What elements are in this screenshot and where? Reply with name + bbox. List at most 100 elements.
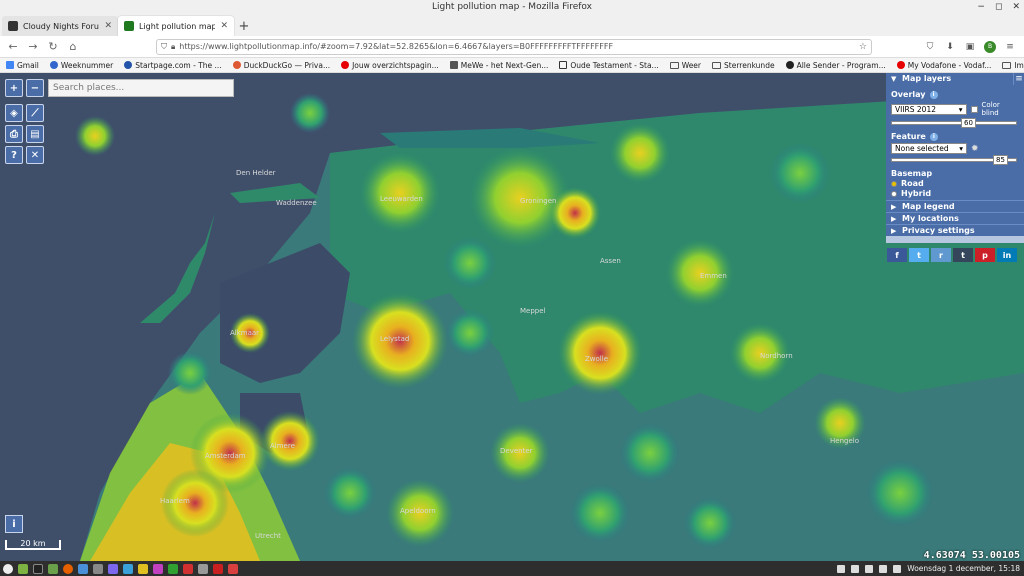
pinterest-share-button[interactable]: p	[975, 248, 995, 262]
forward-button[interactable]: →	[24, 38, 42, 56]
app-icon-5[interactable]	[153, 563, 163, 574]
app-icon-9[interactable]	[213, 563, 223, 574]
bookmark-folder-weer[interactable]: Weer	[669, 61, 701, 70]
mail-icon[interactable]	[78, 563, 88, 574]
tab-light-pollution-map[interactable]: Light pollution map ✕	[118, 16, 234, 36]
bookmark-my-vodafone[interactable]: My Vodafone - Vodaf...	[896, 60, 992, 70]
app-icon-3[interactable]	[123, 563, 133, 574]
duck-icon	[232, 61, 241, 69]
shield-icon[interactable]: ⛉	[161, 42, 167, 52]
privacy-settings-fold[interactable]: ▶ Privacy settings	[886, 224, 1024, 236]
app-icon-1[interactable]	[93, 563, 103, 574]
tab-close-icon[interactable]: ✕	[220, 21, 228, 31]
close-icon[interactable]: ✕	[1012, 0, 1020, 14]
twitter-share-button[interactable]: t	[909, 248, 929, 262]
color-blind-checkbox[interactable]	[970, 105, 978, 113]
bookmark-duckduckgo[interactable]: DuckDuckGo — Priva...	[232, 61, 330, 70]
feature-select[interactable]: None selected ▾	[891, 143, 967, 154]
new-tab-button[interactable]: +	[234, 16, 254, 36]
terminal-icon[interactable]	[33, 563, 43, 574]
bookmark-star-icon[interactable]: ☆	[859, 42, 867, 52]
maximize-icon[interactable]: ◻	[995, 0, 1002, 14]
linkedin-share-button[interactable]: in	[997, 248, 1017, 262]
network-tray-icon[interactable]	[851, 564, 860, 573]
zoom-in-button[interactable]: +	[5, 79, 23, 97]
app-icon-10[interactable]	[228, 563, 238, 574]
gear-icon[interactable]: ✹	[971, 144, 979, 154]
tools-icon[interactable]: ✕	[26, 146, 44, 164]
basemap-hybrid-radio[interactable]: Hybrid	[891, 189, 1019, 198]
my-locations-fold[interactable]: ▶ My locations	[886, 212, 1024, 224]
tab-cloudy-nights[interactable]: Cloudy Nights Forums ✕	[2, 16, 118, 36]
address-bar[interactable]: ⛉ 🔒︎ https://www.lightpollutionmap.info/…	[156, 38, 872, 55]
menu-icon[interactable]: ≡	[1004, 41, 1016, 53]
info-button[interactable]: i	[5, 515, 23, 533]
app-icon-7[interactable]	[183, 563, 193, 574]
zoom-out-button[interactable]: −	[26, 79, 44, 97]
basemap-road-radio[interactable]: Road	[891, 179, 1019, 188]
bookmark-folder-imported[interactable]: Imported	[1002, 61, 1024, 70]
search-places-input[interactable]: Search places...	[48, 79, 234, 97]
back-button[interactable]: ←	[4, 38, 22, 56]
clipboard-tray-icon[interactable]	[865, 564, 874, 573]
feature-opacity-slider[interactable]: 85	[891, 155, 1017, 165]
clock[interactable]: Woensdag 1 december, 15:18	[907, 564, 1020, 573]
print-icon[interactable]: ⎙	[5, 125, 23, 143]
label-leeuwarden: Leeuwarden	[380, 195, 423, 203]
map-legend-fold[interactable]: ▶ Map legend	[886, 200, 1024, 212]
bookmark-oude-testament[interactable]: Oude Testament - Sta...	[559, 61, 659, 70]
url-text[interactable]: https://www.lightpollutionmap.info/#zoom…	[179, 42, 855, 51]
reload-button[interactable]: ↻	[44, 38, 62, 56]
light-pollution-map[interactable]: Den Helder Waddenzee Groningen Leeuwarde…	[0, 73, 1024, 561]
start-menu-icon[interactable]	[3, 563, 13, 574]
pocket-icon[interactable]: ⛉	[924, 41, 936, 53]
bookmark-mewe[interactable]: MeWe - het Next-Gen...	[449, 61, 548, 70]
bluetooth-tray-icon[interactable]	[879, 564, 888, 573]
bookmark-label: Gmail	[17, 60, 39, 70]
chart-icon[interactable]: ▤	[26, 125, 44, 143]
ruler-icon[interactable]: ⟋	[26, 104, 44, 122]
tab-close-icon[interactable]: ✕	[104, 21, 112, 31]
shield-tray-icon[interactable]	[837, 564, 846, 573]
bookmark-startpage[interactable]: Startpage.com - The ...	[124, 61, 222, 70]
facebook-share-button[interactable]: f	[887, 248, 907, 262]
bookmark-gmail[interactable]: Gmail	[6, 61, 39, 70]
app-icon-2[interactable]	[108, 563, 118, 574]
minimize-icon[interactable]: −	[977, 0, 985, 14]
app-icon-6[interactable]	[168, 563, 178, 574]
bookmark-weeknummer[interactable]: Weeknummer	[49, 61, 113, 70]
bookmark-alle-sender[interactable]: Alle Sender - Program...	[785, 60, 886, 70]
home-button[interactable]: ⌂	[64, 38, 82, 56]
overlay-help-icon[interactable]: i	[929, 90, 938, 99]
locate-icon[interactable]: ◈	[5, 104, 23, 122]
downloads-icon[interactable]: ⬇	[944, 41, 956, 53]
bookmark-label: Alle Sender - Program...	[796, 60, 886, 70]
app-icon-8[interactable]	[198, 563, 208, 574]
firefox-icon[interactable]	[63, 563, 73, 574]
help-button[interactable]: ?	[5, 146, 23, 164]
files-icon[interactable]	[48, 563, 58, 574]
desktop-icon[interactable]	[18, 563, 28, 574]
bookmark-vodafone-overview[interactable]: Jouw overzichtspagin...	[341, 61, 439, 70]
volume-tray-icon[interactable]	[893, 564, 902, 573]
label-apeldoorn: Apeldoorn	[400, 507, 436, 515]
app-icon-4[interactable]	[138, 563, 148, 574]
extension-icon[interactable]: ▣	[964, 41, 976, 53]
overlay-select[interactable]: VIIRS 2012 ▾	[891, 103, 967, 115]
feature-help-icon[interactable]: i	[929, 132, 938, 141]
tab-bar: Cloudy Nights Forums ✕ Light pollution m…	[0, 14, 1024, 36]
slider-track[interactable]	[891, 121, 1017, 125]
google-icon	[6, 61, 14, 69]
account-icon[interactable]: B	[984, 40, 996, 53]
bookmark-label: My Vodafone - Vodaf...	[907, 60, 992, 70]
map-layers-header[interactable]: ▼ Map layers	[886, 73, 1024, 85]
lock-icon[interactable]: 🔒︎	[171, 42, 175, 52]
map-canvas[interactable]: Den Helder Waddenzee Groningen Leeuwarde…	[0, 73, 1024, 561]
tumblr-share-button[interactable]: t	[953, 248, 973, 262]
overlay-opacity-slider[interactable]: 60	[891, 118, 1017, 128]
light-pollution-favicon-icon	[124, 21, 134, 31]
color-blind-label: Color blind	[981, 101, 1000, 117]
panel-menu-icon[interactable]: ≡	[1013, 73, 1024, 85]
bookmark-folder-sterrenkunde[interactable]: Sterrenkunde	[712, 61, 775, 70]
reddit-share-button[interactable]: r	[931, 248, 951, 262]
